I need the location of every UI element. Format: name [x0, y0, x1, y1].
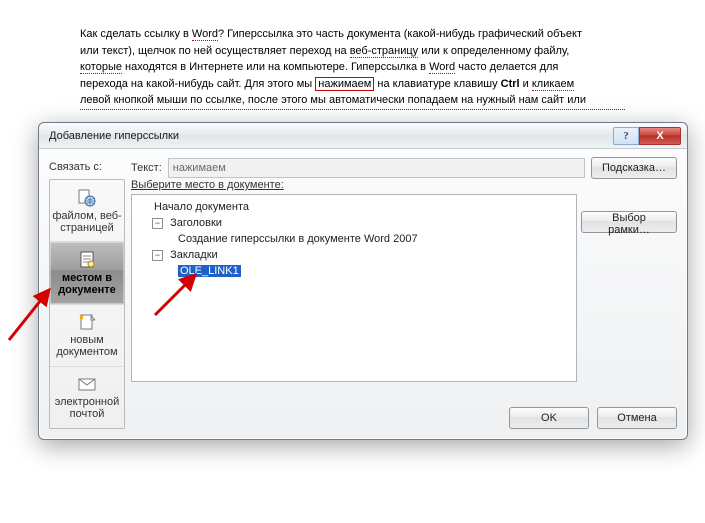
- cancel-button[interactable]: Отмена: [597, 407, 677, 429]
- document-body: Как сделать ссылку в Word? Гиперссылка э…: [0, 0, 705, 110]
- tree-bookmark-selected[interactable]: OLE_LINK1: [138, 263, 570, 279]
- titlebar[interactable]: Добавление гиперссылки ? X: [39, 123, 687, 149]
- sidebar-item-file-webpage[interactable]: файлом, веб-страницей: [50, 180, 124, 242]
- tree-headings[interactable]: − Заголовки: [138, 215, 570, 231]
- new-document-icon: [76, 312, 98, 332]
- sidebar-item-email[interactable]: электронной почтой: [50, 367, 124, 428]
- link-type-sidebar: файлом, веб-страницей местом в документе…: [49, 179, 125, 429]
- tree-bookmarks[interactable]: − Закладки: [138, 247, 570, 263]
- dialog-title: Добавление гиперссылки: [45, 130, 613, 142]
- display-text-input[interactable]: [168, 158, 585, 178]
- close-button[interactable]: X: [639, 127, 681, 145]
- choose-place-label: Выберите место в документе:: [131, 179, 577, 191]
- globe-file-icon: [76, 188, 98, 208]
- collapse-icon[interactable]: −: [152, 250, 163, 261]
- help-button[interactable]: ?: [613, 127, 639, 145]
- collapse-icon[interactable]: −: [152, 218, 163, 229]
- selected-word: нажимаем: [315, 77, 374, 91]
- tree-root[interactable]: Начало документа: [138, 199, 570, 215]
- sidebar-item-place-in-document[interactable]: местом в документе: [50, 242, 124, 304]
- tree-heading-item[interactable]: Создание гиперссылки в документе Word 20…: [138, 231, 570, 247]
- target-frame-button[interactable]: Выбор рамки…: [581, 211, 677, 233]
- document-place-icon: [76, 250, 98, 270]
- hyperlink-dialog: Добавление гиперссылки ? X Текст: Подска…: [38, 122, 688, 440]
- hint-button[interactable]: Подсказка…: [591, 157, 677, 179]
- email-icon: [76, 374, 98, 394]
- document-places-tree[interactable]: Начало документа − Заголовки Создание ги…: [131, 194, 577, 382]
- link-with-label: Связать с:: [49, 161, 102, 173]
- ok-button[interactable]: OK: [509, 407, 589, 429]
- sidebar-item-new-document[interactable]: новым документом: [50, 305, 124, 367]
- text-label: Текст:: [131, 162, 162, 174]
